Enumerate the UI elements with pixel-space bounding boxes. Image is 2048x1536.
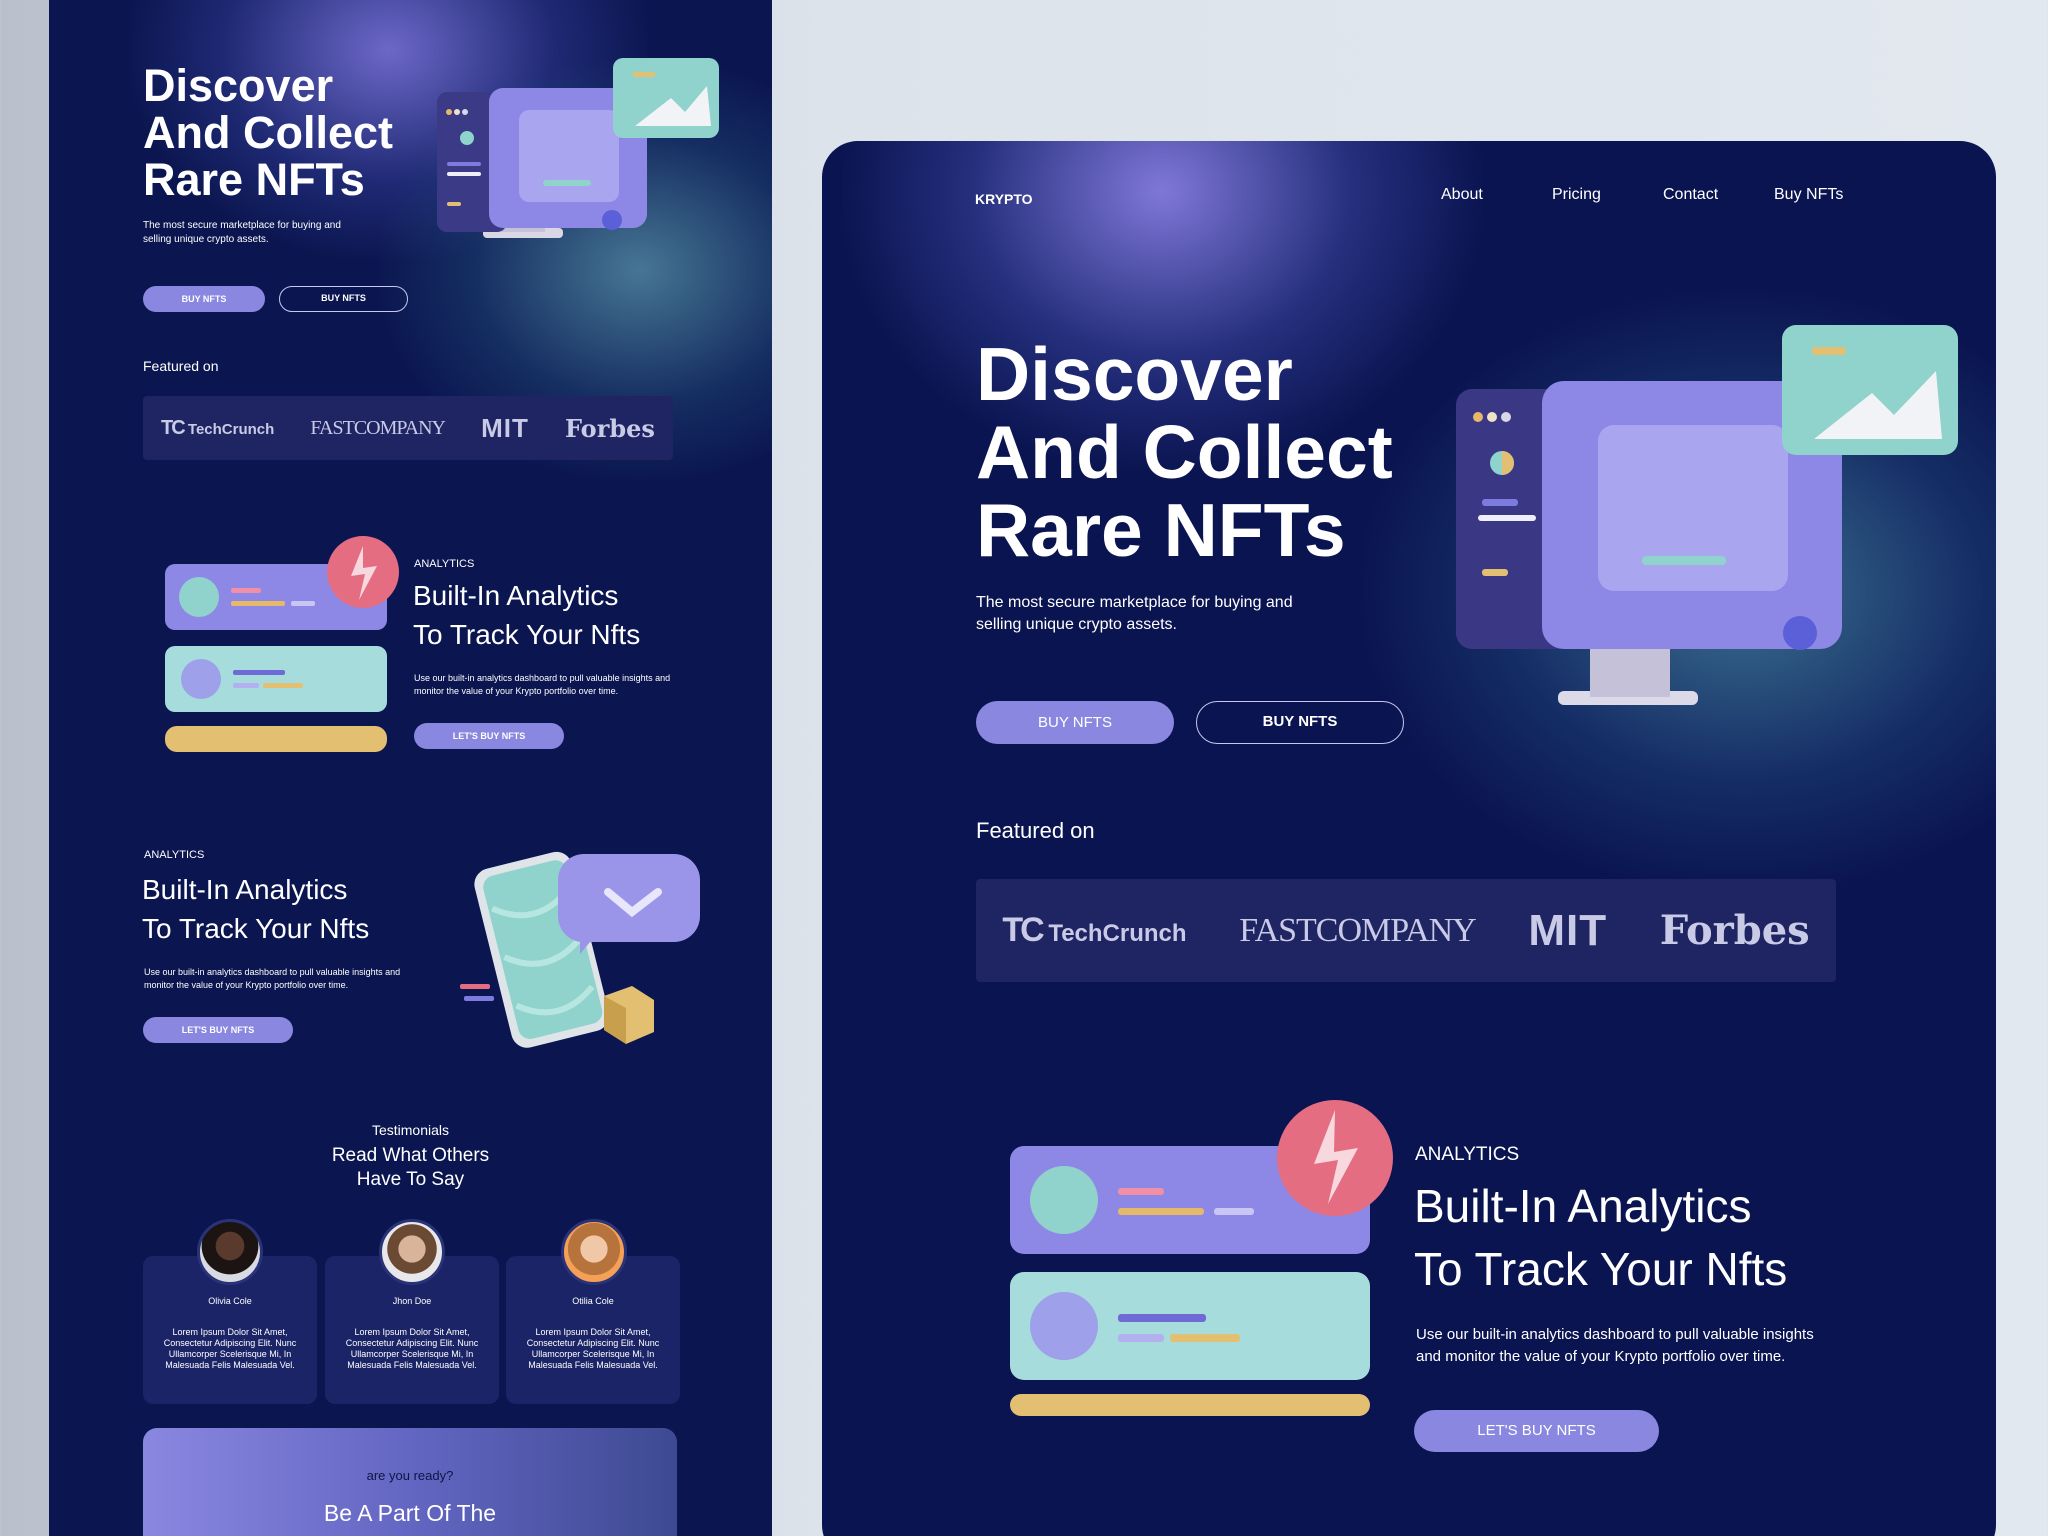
analytics-title: Built-In Analytics To Track Your Nfts — [413, 580, 641, 650]
fastcompany-logo: FASTCOMPANY — [1239, 911, 1477, 949]
avatar — [197, 1219, 263, 1285]
testimonial-text: Lorem Ipsum Dolor Sit Amet, Consectetur … — [345, 1327, 479, 1370]
hero-title: Discover And Collect Rare NFTs — [976, 332, 1393, 572]
buy-nfts-button[interactable]: BUY NFTS — [143, 286, 265, 312]
nav-buy-nfts[interactable]: Buy NFTs — [1774, 186, 1843, 204]
hero-subtitle: The most secure marketplace for buying a… — [976, 594, 1293, 633]
lets-buy-nfts-button-2[interactable]: LET'S BUY NFTS — [143, 1017, 293, 1043]
analytics-body: Use our built-in analytics dashboard to … — [414, 673, 671, 696]
lets-buy-nfts-button[interactable]: LET'S BUY NFTS — [414, 723, 564, 749]
buy-nfts-outline-button[interactable]: BUY NFTS — [1196, 701, 1404, 744]
avatar — [379, 1219, 445, 1285]
cta-kicker: are you ready? — [366, 1468, 454, 1483]
techcrunch-logo: TC TechCrunch — [161, 416, 275, 439]
hero-title: Discover And Collect Rare NFTs — [143, 60, 394, 205]
cta-title: Be A Part Of The — [323, 1500, 497, 1526]
nav-about[interactable]: About — [1441, 186, 1483, 204]
monitor-illustration — [1456, 325, 1958, 705]
featured-label: Featured on — [976, 818, 1095, 843]
analytics-title-2: Built-In Analytics To Track Your Nfts — [142, 874, 370, 944]
analytics-kicker-2: ANALYTICS — [144, 849, 205, 861]
analytics-cards-illustration — [1010, 1100, 1393, 1416]
nav-pricing[interactable]: Pricing — [1552, 186, 1601, 204]
landing-page-desktop: KRYPTO About Pricing Contact Buy NFTs Di… — [822, 141, 1996, 1536]
landing-page-preview: Discover And Collect Rare NFTs The most … — [49, 0, 772, 1536]
analytics-body: Use our built-in analytics dashboard to … — [1416, 1326, 1814, 1365]
testimonials-kicker: Testimonials — [371, 1122, 450, 1138]
featured-label: Featured on — [143, 358, 219, 374]
testimonials-title: Read What Others Have To Say — [331, 1145, 490, 1190]
lets-buy-nfts-button[interactable]: LET'S BUY NFTS — [1414, 1410, 1659, 1452]
testimonial-text: Lorem Ipsum Dolor Sit Amet, Consectetur … — [163, 1327, 297, 1370]
analytics-body-2: Use our built-in analytics dashboard to … — [144, 967, 401, 990]
featured-logos: TC TechCrunch FASTCOMPANY MIT Forbes — [976, 879, 1836, 982]
analytics-title: Built-In Analytics To Track Your Nfts — [1414, 1180, 1788, 1295]
featured-logos: TC TechCrunch FASTCOMPANY MIT Forbes — [143, 396, 673, 460]
hero-subtitle: The most secure marketplace for buying a… — [143, 220, 341, 245]
nav-contact[interactable]: Contact — [1663, 186, 1718, 204]
mit-logo: MIT — [481, 412, 529, 443]
testimonial-name: Jhon Doe — [392, 1296, 432, 1306]
analytics-kicker: ANALYTICS — [1415, 1144, 1520, 1165]
forbes-logo: Forbes — [1659, 907, 1810, 954]
mit-logo: MIT — [1528, 905, 1608, 955]
testimonial-name: Otilia Cole — [572, 1296, 614, 1306]
brand-logo[interactable]: KRYPTO — [975, 191, 1033, 207]
fastcompany-logo: FASTCOMPANY — [310, 416, 446, 439]
testimonial-name: Olivia Cole — [208, 1296, 252, 1306]
testimonial-text: Lorem Ipsum Dolor Sit Amet, Consectetur … — [526, 1327, 660, 1370]
analytics-kicker: ANALYTICS — [414, 558, 475, 570]
buy-nfts-outline-button[interactable]: BUY NFTS — [279, 286, 408, 312]
techcrunch-logo: TC TechCrunch — [1002, 911, 1187, 949]
forbes-logo: Forbes — [564, 413, 655, 443]
avatar — [561, 1219, 627, 1285]
buy-nfts-button[interactable]: BUY NFTS — [976, 701, 1174, 744]
monitor-illustration — [437, 58, 719, 238]
phone-illustration — [460, 851, 700, 1048]
